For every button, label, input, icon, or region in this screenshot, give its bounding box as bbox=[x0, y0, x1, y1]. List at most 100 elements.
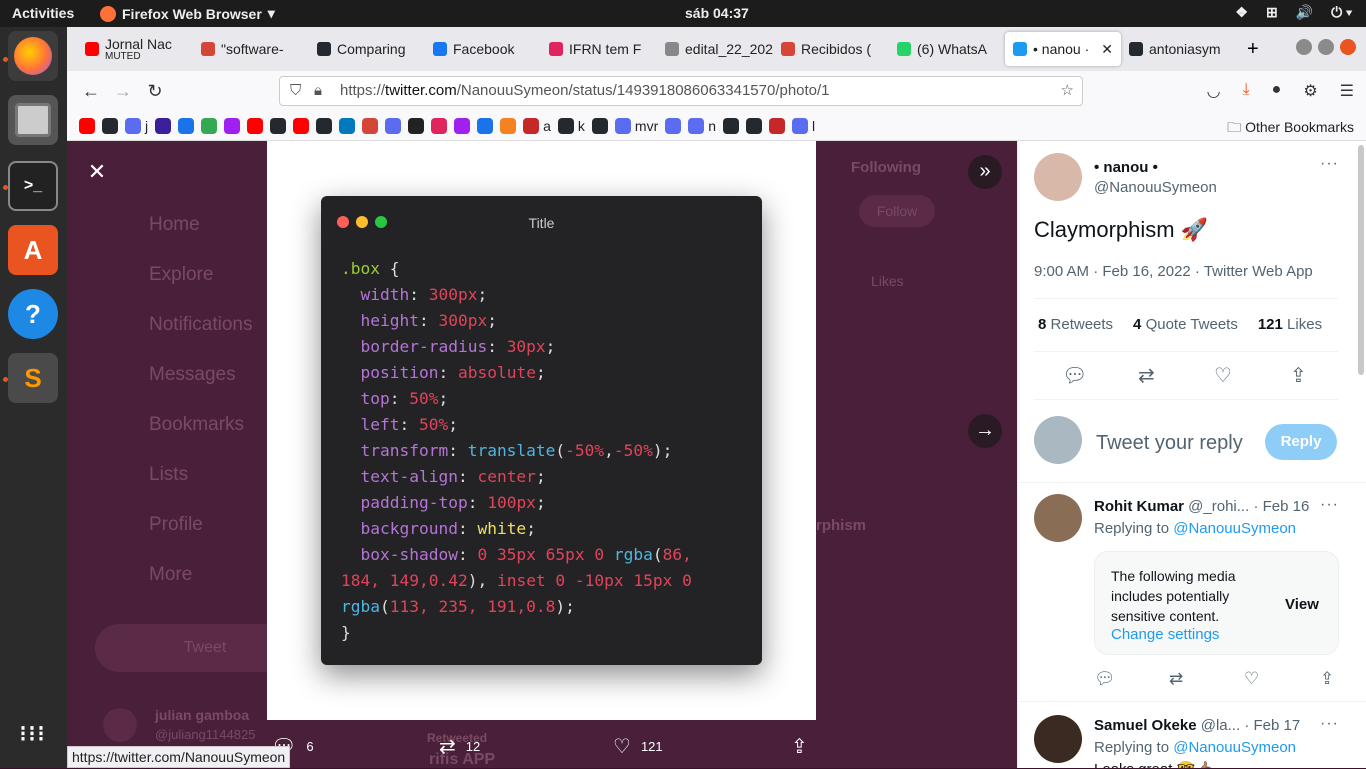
bookmark-item[interactable]: n bbox=[688, 117, 716, 134]
bookmark-item[interactable] bbox=[224, 117, 241, 134]
bookmark-item[interactable] bbox=[746, 117, 763, 134]
forward-icon[interactable]: → bbox=[107, 81, 139, 102]
bookmark-item[interactable] bbox=[79, 117, 95, 134]
share-icon[interactable]: ⇪ bbox=[1320, 669, 1334, 689]
tab[interactable]: IFRN tem F bbox=[541, 32, 657, 66]
avatar[interactable] bbox=[1034, 153, 1082, 201]
quotes-stat[interactable]: 4 Quote Tweets bbox=[1133, 316, 1238, 333]
bookmark-item[interactable] bbox=[454, 117, 471, 134]
bookmark-item[interactable]: k bbox=[557, 117, 585, 134]
bookmark-item[interactable] bbox=[362, 117, 379, 134]
tweet-author-handle[interactable]: @NanouuSymeon bbox=[1094, 179, 1217, 196]
close-photo-button[interactable]: ✕ bbox=[81, 157, 113, 189]
minimize-icon[interactable] bbox=[1296, 39, 1312, 55]
reply-author-name[interactable]: Samuel Okeke bbox=[1094, 717, 1197, 734]
bookmark-item[interactable] bbox=[270, 117, 287, 134]
back-icon[interactable]: ← bbox=[75, 81, 107, 102]
tab[interactable]: "software- bbox=[193, 32, 309, 66]
bookmark-item[interactable] bbox=[155, 117, 172, 134]
reply-button[interactable]: Reply bbox=[1265, 424, 1337, 460]
tab[interactable]: Recibidos ( bbox=[773, 32, 889, 66]
software-launcher[interactable]: A bbox=[8, 225, 58, 275]
menu-icon[interactable]: ☰ bbox=[1340, 81, 1354, 101]
bookmark-star-icon[interactable]: ☆ bbox=[1061, 77, 1074, 105]
terminal-launcher[interactable]: >_ bbox=[8, 161, 58, 211]
tab[interactable]: antoniasym bbox=[1121, 32, 1237, 66]
clock[interactable]: sáb 04:37 bbox=[685, 5, 749, 21]
tweet-author-name[interactable]: • nanou • bbox=[1094, 159, 1158, 176]
help-launcher[interactable]: ? bbox=[8, 289, 58, 339]
tab[interactable]: Comparing bbox=[309, 32, 425, 66]
retweet-action[interactable]: ⇄ 12 bbox=[439, 734, 480, 759]
view-button[interactable]: View bbox=[1285, 596, 1319, 613]
bookmark-item[interactable] bbox=[316, 117, 333, 134]
reply-icon[interactable]: 💬︎ bbox=[1062, 363, 1087, 388]
reply-date[interactable]: · Feb 16 bbox=[1253, 498, 1309, 515]
reply-author-handle[interactable]: @_rohi... bbox=[1188, 498, 1249, 515]
more-icon[interactable]: ··· bbox=[1320, 155, 1339, 173]
more-icon[interactable]: ··· bbox=[1320, 715, 1339, 733]
reply-icon[interactable]: 💬︎ bbox=[1094, 669, 1116, 689]
tab[interactable]: Facebook bbox=[425, 32, 541, 66]
mention-link[interactable]: @NanouuSymeon bbox=[1173, 520, 1296, 537]
extension-icon[interactable]: ⚙ bbox=[1303, 81, 1317, 101]
tab[interactable]: (6) WhatsA bbox=[889, 32, 1005, 66]
bookmark-item[interactable]: j bbox=[125, 117, 148, 134]
bookmark-item[interactable] bbox=[665, 117, 682, 134]
volume-icon[interactable]: 🔊 bbox=[1296, 4, 1313, 21]
scrollbar[interactable] bbox=[1358, 145, 1364, 375]
url-bar[interactable]: ⛉ 🔒︎ https://twitter.com/NanouuSymeon/st… bbox=[279, 76, 1083, 106]
retweets-stat[interactable]: 8 Retweets bbox=[1038, 316, 1113, 333]
show-apps-button[interactable]: ⁝⁝⁝ bbox=[8, 709, 58, 759]
pocket-icon[interactable]: ◡ bbox=[1207, 81, 1221, 101]
reply-date[interactable]: · Feb 17 bbox=[1244, 717, 1300, 734]
maximize-icon[interactable] bbox=[1318, 39, 1334, 55]
share-icon[interactable]: ⇪ bbox=[1290, 363, 1307, 388]
bookmark-item[interactable]: mvr bbox=[614, 117, 658, 134]
sublime-launcher[interactable]: S bbox=[8, 353, 58, 403]
collapse-sidebar-button[interactable]: » bbox=[968, 155, 1002, 189]
retweet-icon[interactable]: ⇄ bbox=[1138, 363, 1155, 388]
dropbox-icon[interactable]: ❖ bbox=[1235, 4, 1248, 21]
bookmark-item[interactable] bbox=[247, 117, 264, 134]
power-icon[interactable]: ⏻ ▾ bbox=[1331, 4, 1352, 21]
tweet-photo[interactable]: Title .box { width: 300px; height: 300px… bbox=[267, 141, 816, 720]
heart-icon[interactable]: ♡ bbox=[1244, 669, 1259, 689]
bookmark-item[interactable] bbox=[723, 117, 740, 134]
reply-input[interactable]: Tweet your reply bbox=[1096, 432, 1243, 455]
download-icon[interactable]: ⤓ bbox=[1243, 81, 1250, 101]
reload-icon[interactable]: ↻ bbox=[139, 81, 171, 102]
app-menu[interactable]: Firefox Web Browser ▾ bbox=[100, 5, 275, 22]
bookmark-item[interactable] bbox=[385, 117, 402, 134]
other-bookmarks[interactable]: 🗀 Other Bookmarks bbox=[1227, 117, 1354, 141]
extension-icon[interactable]: ● bbox=[1272, 81, 1282, 101]
network-icon[interactable]: ⊞ bbox=[1266, 4, 1278, 21]
close-tab-icon[interactable]: ✕ bbox=[1101, 41, 1113, 58]
bookmark-item[interactable] bbox=[591, 117, 608, 134]
bookmark-item[interactable] bbox=[201, 117, 218, 134]
mention-link[interactable]: @NanouuSymeon bbox=[1173, 739, 1296, 756]
bookmark-item[interactable] bbox=[408, 117, 425, 134]
firefox-launcher[interactable] bbox=[8, 31, 58, 81]
bookmark-item[interactable] bbox=[178, 117, 195, 134]
activities-button[interactable]: Activities bbox=[12, 5, 74, 21]
bookmark-item[interactable] bbox=[293, 117, 310, 134]
bookmark-item[interactable] bbox=[769, 117, 786, 134]
retweet-icon[interactable]: ⇄ bbox=[1169, 669, 1183, 689]
close-window-icon[interactable] bbox=[1340, 39, 1356, 55]
lock-icon[interactable]: 🔒︎ bbox=[314, 77, 322, 105]
tab[interactable]: edital_22_202 bbox=[657, 32, 773, 66]
avatar[interactable] bbox=[1034, 715, 1082, 763]
change-settings-link[interactable]: Change settings bbox=[1111, 626, 1219, 643]
new-tab-icon[interactable]: + bbox=[1247, 38, 1259, 61]
reply-author-name[interactable]: Rohit Kumar bbox=[1094, 498, 1184, 515]
reply-author-handle[interactable]: @la... bbox=[1201, 717, 1240, 734]
avatar[interactable] bbox=[1034, 494, 1082, 542]
heart-icon[interactable]: ♡ bbox=[1214, 363, 1232, 388]
likes-stat[interactable]: 121 Likes bbox=[1258, 316, 1322, 333]
shield-icon[interactable]: ⛉ bbox=[290, 77, 301, 105]
bookmark-item[interactable] bbox=[500, 117, 517, 134]
share-action[interactable]: ⇪ bbox=[791, 734, 808, 759]
system-tray[interactable]: ❖ ⊞ 🔊 ⏻ ▾ bbox=[1235, 4, 1352, 21]
tab[interactable]: Jornal Nac MUTED bbox=[77, 32, 193, 66]
